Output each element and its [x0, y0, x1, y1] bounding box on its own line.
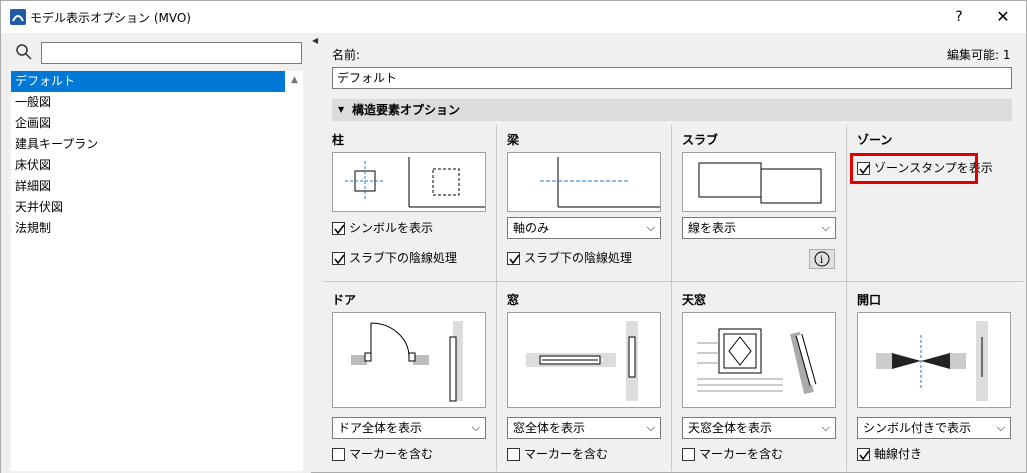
- info-button[interactable]: i: [809, 249, 835, 269]
- collapse-panel-icon[interactable]: ◀: [312, 36, 318, 45]
- sidebar: デフォルト 一般図 企画図 建具キープラン 床伏図 詳細図 天井伏図 法規制 ▲: [1, 33, 311, 473]
- beam-hidden-line-checkbox[interactable]: スラブ下の陰線処理: [507, 250, 632, 266]
- checkbox-label: スラブ下の陰線処理: [524, 251, 633, 265]
- list-item[interactable]: 建具キープラン: [11, 134, 285, 155]
- checkbox-label: スラブ下の陰線処理: [349, 251, 458, 265]
- select-value: 窓全体を表示: [513, 421, 586, 435]
- list-item[interactable]: 企画図: [11, 113, 285, 134]
- door-title: ドア: [332, 293, 357, 307]
- chevron-down-icon: ⌵: [471, 421, 480, 434]
- skylight-marker-checkbox[interactable]: マーカーを含む: [682, 446, 783, 462]
- skylight-title: 天窓: [682, 293, 707, 307]
- title-bar: モデル表示オプション (MVO) ? ✕: [1, 1, 1026, 33]
- column-preview: [332, 152, 486, 212]
- window-display-select[interactable]: 窓全体を表示 ⌵: [507, 417, 661, 439]
- select-value: 線を表示: [688, 221, 737, 235]
- divider: [323, 281, 1023, 282]
- list-item[interactable]: 詳細図: [11, 176, 285, 197]
- opening-title: 開口: [857, 293, 882, 307]
- zone-title: ゾーン: [857, 133, 893, 147]
- checkbox-box: [332, 222, 345, 235]
- search-input[interactable]: [41, 42, 302, 64]
- list-item[interactable]: 天井伏図: [11, 197, 285, 218]
- help-button[interactable]: ?: [947, 5, 971, 29]
- door-preview-image: [351, 321, 463, 402]
- divider: [846, 125, 847, 471]
- list-item[interactable]: 一般図: [11, 92, 285, 113]
- chevron-down-icon: ⌵: [821, 421, 830, 434]
- name-field[interactable]: デフォルト: [332, 67, 1012, 89]
- select-value: ドア全体を表示: [338, 421, 423, 435]
- door-preview: [332, 312, 486, 408]
- checkbox-label: 軸線付き: [874, 447, 923, 461]
- opening-display-select[interactable]: シンボル付きで表示 ⌵: [857, 417, 1011, 439]
- slab-preview: [682, 152, 836, 212]
- checkbox-label: マーカーを含む: [699, 447, 784, 461]
- window-title: 窓: [507, 293, 520, 307]
- section-header[interactable]: ▼ 構造要素オプション: [332, 99, 1012, 121]
- highlight-box: [850, 153, 978, 184]
- expand-icon: ▼: [338, 105, 345, 114]
- beam-preview-image: [540, 157, 660, 208]
- name-label: 名前:: [332, 48, 361, 62]
- slab-display-select[interactable]: 線を表示 ⌵: [682, 217, 836, 239]
- close-button[interactable]: ✕: [991, 5, 1015, 29]
- checkbox-label: シンボルを表示: [349, 221, 434, 235]
- mvo-list: デフォルト 一般図 企画図 建具キープラン 床伏図 詳細図 天井伏図 法規制 ▲: [11, 71, 303, 471]
- window-marker-checkbox[interactable]: マーカーを含む: [507, 446, 608, 462]
- svg-text:i: i: [820, 255, 823, 266]
- opening-preview: [857, 312, 1011, 408]
- scroll-up-icon[interactable]: ▲: [291, 75, 298, 85]
- checkbox-box: [682, 448, 695, 461]
- window-title: モデル表示オプション (MVO): [30, 11, 191, 25]
- search-icon: [16, 44, 32, 60]
- editable-count: 編集可能: 1: [947, 48, 1011, 62]
- app-icon: [10, 9, 26, 25]
- divider: [496, 125, 497, 471]
- opening-axis-checkbox[interactable]: 軸線付き: [857, 446, 922, 462]
- checkbox-box: [507, 252, 520, 265]
- chevron-down-icon: ⌵: [996, 421, 1005, 434]
- skylight-preview-image: [697, 328, 817, 395]
- chevron-down-icon: ⌵: [646, 221, 655, 234]
- door-display-select[interactable]: ドア全体を表示 ⌵: [332, 417, 486, 439]
- column-hidden-line-checkbox[interactable]: スラブ下の陰線処理: [332, 250, 457, 266]
- select-value: シンボル付きで表示: [863, 421, 972, 435]
- dialog-window: モデル表示オプション (MVO) ? ✕ デフォルト 一般図 企画図 建具キープ…: [0, 0, 1027, 473]
- checkbox-box: [332, 448, 345, 461]
- list-item[interactable]: デフォルト: [11, 71, 285, 92]
- show-symbol-checkbox[interactable]: シンボルを表示: [332, 220, 433, 236]
- skylight-preview: [682, 312, 836, 408]
- opening-preview-image: [876, 321, 988, 401]
- checkbox-box: [857, 448, 870, 461]
- info-icon: i: [814, 251, 830, 267]
- list-item[interactable]: 法規制: [11, 218, 285, 239]
- chevron-down-icon: ⌵: [646, 421, 655, 434]
- column-title: 柱: [332, 133, 345, 147]
- list-item[interactable]: 床伏図: [11, 155, 285, 176]
- window-preview: [507, 312, 661, 408]
- checkbox-label: マーカーを含む: [349, 447, 434, 461]
- select-value: 軸のみ: [513, 221, 550, 235]
- select-value: 天窓全体を表示: [688, 421, 773, 435]
- beam-title: 梁: [507, 133, 520, 147]
- skylight-display-select[interactable]: 天窓全体を表示 ⌵: [682, 417, 836, 439]
- beam-display-select[interactable]: 軸のみ ⌵: [507, 217, 661, 239]
- slab-preview-image: [698, 162, 822, 204]
- checkbox-box: [507, 448, 520, 461]
- divider: [671, 125, 672, 471]
- window-preview-image: [526, 321, 638, 401]
- checkbox-box: [332, 252, 345, 265]
- checkbox-label: マーカーを含む: [524, 447, 609, 461]
- column-preview-image: [345, 157, 485, 208]
- main-panel: 名前: 編集可能: 1 デフォルト ▼ 構造要素オプション 柱 シンボルを表示 ス…: [323, 33, 1026, 473]
- section-title: 構造要素オプション: [352, 103, 461, 117]
- door-marker-checkbox[interactable]: マーカーを含む: [332, 446, 433, 462]
- slab-title: スラブ: [682, 133, 719, 147]
- beam-preview: [507, 152, 661, 212]
- chevron-down-icon: ⌵: [821, 221, 830, 234]
